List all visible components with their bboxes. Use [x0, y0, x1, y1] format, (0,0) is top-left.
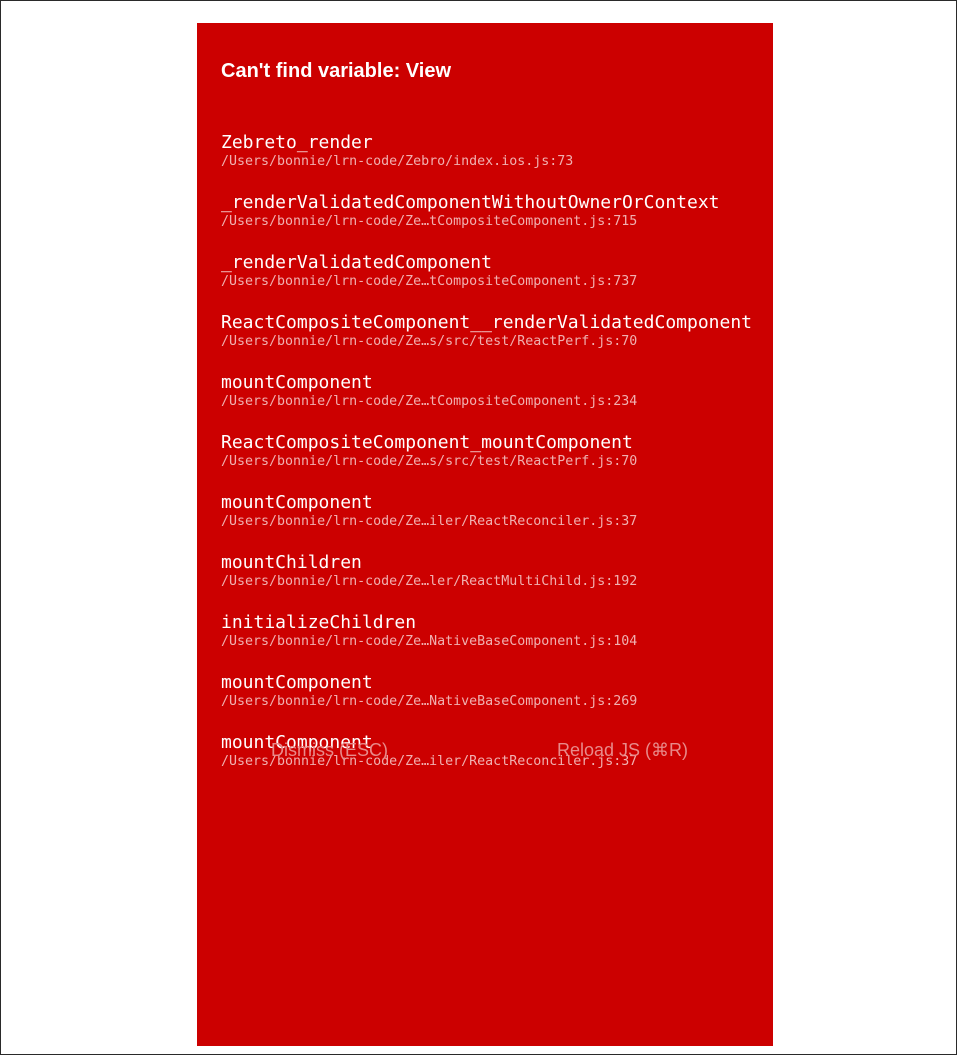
error-title: Can't find variable: View	[221, 60, 451, 82]
stack-frame-location: /Users/bonnie/lrn-code/Ze…s/src/test/Rea…	[221, 334, 638, 349]
stack-frame-function: mountComponent	[221, 492, 373, 513]
stack-frame-function: ReactCompositeComponent_mountComponent	[221, 432, 633, 453]
stack-frame[interactable]: Zebreto_render /Users/bonnie/lrn-code/Ze…	[221, 132, 755, 170]
stack-frame[interactable]: ReactCompositeComponent__renderValidated…	[221, 312, 755, 350]
stack-frame-function: mountComponent	[221, 372, 373, 393]
button-bar: Dismiss (ESC) Reload JS (⌘R)	[197, 738, 773, 778]
stack-frame-function: Zebreto_render	[221, 132, 373, 153]
stack-frame-function: mountChildren	[221, 552, 362, 573]
stack-frame-location: /Users/bonnie/lrn-code/Ze…NativeBaseComp…	[221, 694, 638, 709]
stack-frame-location: /Users/bonnie/lrn-code/Ze…ler/ReactMulti…	[221, 574, 638, 589]
reload-js-button[interactable]: Reload JS (⌘R)	[557, 738, 688, 762]
stack-frame-location: /Users/bonnie/lrn-code/Ze…tCompositeComp…	[221, 214, 638, 229]
stack-frame[interactable]: ReactCompositeComponent_mountComponent /…	[221, 432, 755, 470]
stack-frame[interactable]: _renderValidatedComponentWithoutOwnerOrC…	[221, 192, 755, 230]
stack-frame-function: _renderValidatedComponentWithoutOwnerOrC…	[221, 192, 720, 213]
stack-frame-function: initializeChildren	[221, 612, 417, 633]
stack-frame-location: /Users/bonnie/lrn-code/Ze…iler/ReactReco…	[221, 514, 638, 529]
stack-frame-location: /Users/bonnie/lrn-code/Ze…tCompositeComp…	[221, 394, 638, 409]
stack-frame-location: /Users/bonnie/lrn-code/Ze…NativeBaseComp…	[221, 634, 638, 649]
stack-frame-location: /Users/bonnie/lrn-code/Zebro/index.ios.j…	[221, 154, 574, 169]
stack-frame[interactable]: mountComponent /Users/bonnie/lrn-code/Ze…	[221, 492, 755, 530]
stack-frame-function: mountComponent	[221, 672, 373, 693]
dismiss-button[interactable]: Dismiss (ESC)	[271, 738, 388, 762]
stack-frame[interactable]: _renderValidatedComponent /Users/bonnie/…	[221, 252, 755, 290]
screenshot-frame: Can't find variable: View Zebreto_render…	[0, 0, 957, 1055]
stack-frame-function: _renderValidatedComponent	[221, 252, 492, 273]
redbox-error-screen: Can't find variable: View Zebreto_render…	[197, 23, 773, 1046]
stack-frame-location: /Users/bonnie/lrn-code/Ze…tCompositeComp…	[221, 274, 638, 289]
stack-frame[interactable]: mountComponent /Users/bonnie/lrn-code/Ze…	[221, 672, 755, 710]
stack-frame-location: /Users/bonnie/lrn-code/Ze…s/src/test/Rea…	[221, 454, 638, 469]
stack-frame[interactable]: mountChildren /Users/bonnie/lrn-code/Ze……	[221, 552, 755, 590]
stack-frame-function: ReactCompositeComponent__renderValidated…	[221, 312, 753, 333]
stack-trace: Zebreto_render /Users/bonnie/lrn-code/Ze…	[221, 132, 755, 792]
stack-frame[interactable]: mountComponent /Users/bonnie/lrn-code/Ze…	[221, 372, 755, 410]
stack-frame[interactable]: initializeChildren /Users/bonnie/lrn-cod…	[221, 612, 755, 650]
